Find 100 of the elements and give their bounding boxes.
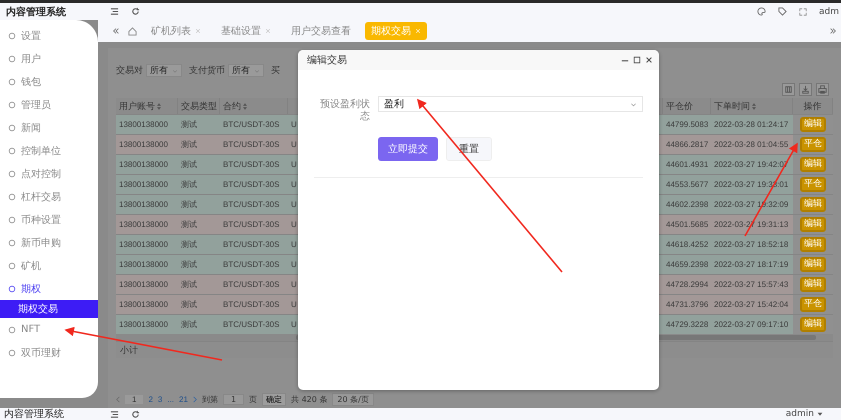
circle-icon xyxy=(8,170,16,178)
table-cell-text: 测试 xyxy=(180,279,198,291)
expand-icon[interactable] xyxy=(829,27,837,35)
fullscreen-icon[interactable] xyxy=(799,8,807,16)
user-menu[interactable]: admin xyxy=(786,409,814,419)
palette-icon[interactable] xyxy=(757,7,766,16)
refresh-icon[interactable] xyxy=(131,7,140,16)
table-cell-text: 44601.4931 xyxy=(665,159,710,171)
table-cell-text: 13800138000 xyxy=(118,139,169,151)
table-cell-text: 13800138000 xyxy=(118,199,169,211)
page-input[interactable]: 1 xyxy=(222,394,244,405)
table-cell-text: U xyxy=(290,239,296,251)
table-cell-text: 测试 xyxy=(180,179,198,191)
sidebar-item[interactable]: 用户 xyxy=(0,47,98,70)
row-action-button[interactable]: 编辑 xyxy=(800,237,826,252)
table-cell-text: 13800138000 xyxy=(118,119,169,131)
circle-icon xyxy=(8,238,16,246)
filter-label: 买 xyxy=(271,65,280,77)
table-cell-text: BTC/USDT-30S xyxy=(222,239,280,251)
table-cell-text: 13800138000 xyxy=(118,279,169,291)
row-action-button[interactable]: 平仓 xyxy=(800,177,826,192)
circle-icon xyxy=(8,216,16,224)
export-icon[interactable] xyxy=(799,83,812,96)
home-icon[interactable] xyxy=(128,26,137,36)
app-title: 内容管理系统 xyxy=(4,408,65,420)
sidebar-item[interactable]: 币种设置 xyxy=(0,208,98,231)
page-number[interactable]: 1 xyxy=(125,395,144,404)
page-size-select[interactable]: 20 条/页 xyxy=(332,393,374,406)
sidebar-item[interactable]: 杠杆交易 xyxy=(0,185,98,208)
row-action-button[interactable]: 编辑 xyxy=(800,197,826,212)
tab[interactable]: 用户交易查看 xyxy=(285,22,357,40)
table-cell-text: 44602.2398 xyxy=(665,199,710,211)
filter-select[interactable]: 所有 xyxy=(146,64,182,77)
tab[interactable]: 基础设置 xyxy=(215,22,277,40)
sort-icon[interactable] xyxy=(243,102,247,110)
row-action-button[interactable]: 编辑 xyxy=(800,317,826,332)
maximize-icon[interactable] xyxy=(633,56,641,64)
columns-icon[interactable] xyxy=(782,83,795,96)
table-cell-text: 2022-03-27 09:17:10 xyxy=(713,319,790,331)
page-number[interactable]: 21 xyxy=(179,395,188,404)
sidebar-item[interactable]: 新闻 xyxy=(0,116,98,139)
table-cell-text: BTC/USDT-30S xyxy=(222,219,280,231)
sidebar-item[interactable]: 钱包 xyxy=(0,70,98,93)
table-cell-text: 13800138000 xyxy=(118,159,169,171)
filter-label: 支付货币 xyxy=(189,64,225,77)
page-number[interactable]: ... xyxy=(167,395,174,404)
row-action-button[interactable]: 编辑 xyxy=(800,117,826,132)
table-cell-text: 2022-03-27 15:57:43 xyxy=(713,279,790,291)
sidebar-item[interactable]: 设置 xyxy=(0,24,98,47)
filter-select[interactable]: 所有 xyxy=(228,64,264,77)
sidebar-item[interactable]: 点对控制 xyxy=(0,162,98,185)
row-action-button[interactable]: 编辑 xyxy=(800,277,826,292)
next-page-icon[interactable] xyxy=(192,396,197,403)
refresh-icon[interactable] xyxy=(131,410,140,418)
table-cell-text: 44501.5685 xyxy=(665,219,710,231)
print-icon[interactable] xyxy=(816,83,829,96)
table-cell-text: 测试 xyxy=(180,219,198,231)
sidebar-item[interactable]: 新币申购 xyxy=(0,231,98,254)
sidebar-item[interactable]: NFT xyxy=(0,318,98,341)
page-number[interactable]: 3 xyxy=(158,395,162,404)
sidebar-item[interactable]: 双币理财 xyxy=(0,341,98,364)
menu-icon[interactable] xyxy=(110,7,119,16)
prev-page-icon[interactable] xyxy=(116,396,120,403)
table-cell-text: 测试 xyxy=(180,139,198,151)
close-icon[interactable] xyxy=(645,56,653,64)
row-action-button[interactable]: 编辑 xyxy=(800,157,826,172)
sort-icon[interactable] xyxy=(157,102,161,110)
circle-icon xyxy=(8,100,16,108)
row-action-button[interactable]: 编辑 xyxy=(800,217,826,232)
status-select[interactable]: 盈利 xyxy=(378,96,643,112)
submit-button[interactable]: 立即提交 xyxy=(378,137,438,161)
row-action-button[interactable]: 平仓 xyxy=(800,137,826,152)
sidebar-item[interactable]: 控制单位 xyxy=(0,139,98,162)
caret-icon[interactable] xyxy=(817,411,823,417)
menu-icon[interactable] xyxy=(110,410,119,418)
circle-icon xyxy=(8,192,16,200)
circle-icon xyxy=(8,32,16,40)
table-cell-text: 13800138000 xyxy=(118,239,169,251)
row-action-button[interactable]: 编辑 xyxy=(800,257,826,272)
user-name[interactable]: adm xyxy=(819,6,839,16)
table-cell-text: BTC/USDT-30S xyxy=(222,199,280,211)
confirm-button[interactable]: 确定 xyxy=(262,393,286,406)
table-cell-text: 13800138000 xyxy=(118,319,169,331)
row-action-button[interactable]: 平仓 xyxy=(800,297,826,312)
sidebar-item[interactable]: 矿机 xyxy=(0,254,98,277)
tab[interactable]: 矿机列表 xyxy=(145,22,207,40)
table-cell-text: 44731.3796 xyxy=(665,299,710,311)
table-cell-text: U xyxy=(290,319,296,331)
sidebar-item[interactable]: 管理员 xyxy=(0,93,98,116)
page-number[interactable]: 2 xyxy=(148,395,153,404)
table-cell-text: 44866.2817 xyxy=(665,139,710,151)
sidebar-subitem[interactable]: 期权交易 xyxy=(0,300,98,318)
sort-icon[interactable] xyxy=(752,102,756,110)
tag-icon[interactable] xyxy=(778,7,787,16)
table-cell-text: 测试 xyxy=(180,319,198,331)
app-title: 内容管理系统 xyxy=(6,5,67,18)
collapse-icon[interactable] xyxy=(112,27,120,35)
table-cell-text: BTC/USDT-30S xyxy=(222,299,280,311)
sidebar-item[interactable]: 期权 xyxy=(0,277,98,300)
table-cell-text: U xyxy=(290,139,296,151)
